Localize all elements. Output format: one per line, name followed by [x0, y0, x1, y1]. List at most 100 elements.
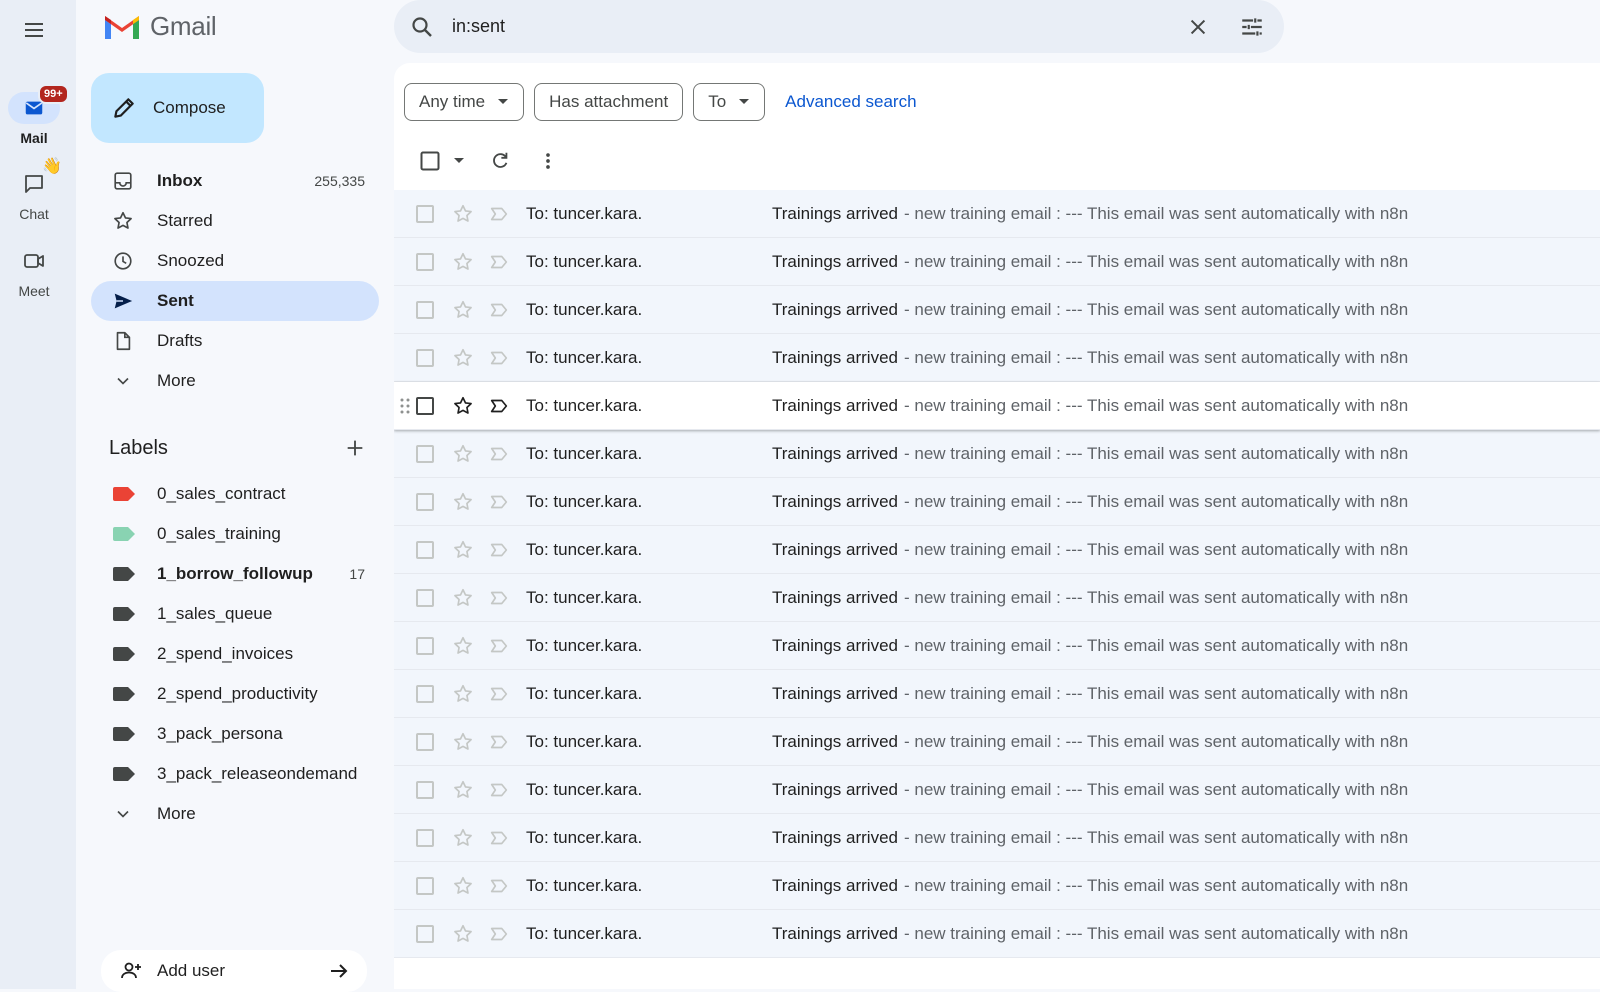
- importance-toggle[interactable]: [488, 251, 510, 273]
- email-row[interactable]: To: tuncer.kara. Trainings arrived - new…: [394, 814, 1600, 862]
- label-item[interactable]: 2_spend_invoices: [91, 634, 379, 674]
- label-item[interactable]: 1_sales_queue: [91, 594, 379, 634]
- email-row[interactable]: To: tuncer.kara. Trainings arrived - new…: [394, 286, 1600, 334]
- label-item[interactable]: 0_sales_training: [91, 514, 379, 554]
- filter-chip-to[interactable]: To: [693, 83, 766, 121]
- email-row[interactable]: To: tuncer.kara. Trainings arrived - new…: [394, 718, 1600, 766]
- importance-toggle[interactable]: [488, 347, 510, 369]
- star-toggle[interactable]: [452, 347, 474, 369]
- label-item[interactable]: 0_sales_contract: [91, 474, 379, 514]
- star-toggle[interactable]: [452, 203, 474, 225]
- filter-chip-any-time[interactable]: Any time: [404, 83, 525, 121]
- email-row[interactable]: To: tuncer.kara. Trainings arrived - new…: [394, 910, 1600, 958]
- nav-item-snoozed[interactable]: Snoozed: [91, 241, 379, 281]
- importance-toggle[interactable]: [488, 635, 510, 657]
- importance-toggle[interactable]: [488, 539, 510, 561]
- gmail-logo[interactable]: Gmail: [102, 6, 217, 46]
- star-toggle[interactable]: [452, 491, 474, 513]
- email-row[interactable]: To: tuncer.kara. Trainings arrived - new…: [394, 430, 1600, 478]
- search-button[interactable]: [394, 15, 450, 39]
- advanced-search-link[interactable]: Advanced search: [785, 92, 916, 112]
- star-toggle[interactable]: [452, 635, 474, 657]
- nav-item-starred[interactable]: Starred: [91, 201, 379, 241]
- email-row[interactable]: To: tuncer.kara. Trainings arrived - new…: [394, 238, 1600, 286]
- importance-toggle[interactable]: [488, 299, 510, 321]
- search-options-button[interactable]: [1230, 5, 1274, 49]
- more-options-button[interactable]: [526, 141, 570, 181]
- importance-toggle[interactable]: [488, 443, 510, 465]
- star-toggle[interactable]: [452, 251, 474, 273]
- email-row[interactable]: To: tuncer.kara. Trainings arrived - new…: [394, 862, 1600, 910]
- email-row[interactable]: To: tuncer.kara. Trainings arrived - new…: [394, 190, 1600, 238]
- email-row[interactable]: To: tuncer.kara. Trainings arrived - new…: [394, 574, 1600, 622]
- label-item[interactable]: 3_pack_persona: [91, 714, 379, 754]
- row-checkbox[interactable]: [416, 396, 434, 415]
- importance-toggle[interactable]: [488, 827, 510, 849]
- nav-item-more[interactable]: More: [91, 361, 379, 401]
- star-toggle[interactable]: [452, 779, 474, 801]
- compose-button[interactable]: Compose: [91, 73, 264, 143]
- row-checkbox[interactable]: [416, 348, 434, 367]
- rail-item-meet[interactable]: Meet: [0, 245, 68, 299]
- row-checkbox[interactable]: [416, 732, 434, 751]
- row-checkbox[interactable]: [416, 492, 434, 511]
- label-item[interactable]: 1_borrow_followup 17: [91, 554, 379, 594]
- row-checkbox[interactable]: [416, 252, 434, 271]
- row-checkbox[interactable]: [416, 828, 434, 847]
- main-menu-button[interactable]: [12, 8, 56, 52]
- star-toggle[interactable]: [452, 827, 474, 849]
- email-row[interactable]: To: tuncer.kara. Trainings arrived - new…: [394, 670, 1600, 718]
- importance-toggle[interactable]: [488, 587, 510, 609]
- importance-toggle[interactable]: [488, 779, 510, 801]
- star-toggle[interactable]: [452, 539, 474, 561]
- row-checkbox[interactable]: [416, 300, 434, 319]
- star-toggle[interactable]: [452, 875, 474, 897]
- rail-item-mail[interactable]: 99+ Mail: [0, 84, 69, 146]
- drag-handle-icon[interactable]: [400, 398, 410, 414]
- refresh-button[interactable]: [474, 141, 526, 181]
- select-menu-button[interactable]: [452, 141, 466, 181]
- importance-toggle[interactable]: [488, 731, 510, 753]
- label-item[interactable]: 3_pack_releaseondemand: [91, 754, 379, 794]
- star-toggle[interactable]: [452, 395, 474, 417]
- email-row[interactable]: To: tuncer.kara. Trainings arrived - new…: [394, 766, 1600, 814]
- nav-item-drafts[interactable]: Drafts: [91, 321, 379, 361]
- row-checkbox[interactable]: [416, 636, 434, 655]
- email-row[interactable]: To: tuncer.kara. Trainings arrived - new…: [394, 526, 1600, 574]
- star-toggle[interactable]: [452, 299, 474, 321]
- email-row[interactable]: To: tuncer.kara. Trainings arrived - new…: [394, 622, 1600, 670]
- importance-toggle[interactable]: [488, 683, 510, 705]
- nav-item-inbox[interactable]: Inbox 255,335: [91, 161, 379, 201]
- clear-search-button[interactable]: [1176, 5, 1220, 49]
- row-checkbox[interactable]: [416, 588, 434, 607]
- nav-item-sent[interactable]: Sent: [91, 281, 379, 321]
- star-toggle[interactable]: [452, 443, 474, 465]
- row-checkbox[interactable]: [416, 924, 434, 943]
- star-toggle[interactable]: [452, 683, 474, 705]
- row-checkbox[interactable]: [416, 444, 434, 463]
- star-toggle[interactable]: [452, 731, 474, 753]
- star-toggle[interactable]: [452, 587, 474, 609]
- importance-toggle[interactable]: [488, 203, 510, 225]
- importance-toggle[interactable]: [488, 923, 510, 945]
- row-checkbox[interactable]: [416, 876, 434, 895]
- importance-toggle[interactable]: [488, 875, 510, 897]
- row-checkbox[interactable]: [416, 540, 434, 559]
- labels-more[interactable]: More: [91, 794, 379, 834]
- filter-chip-has-attachment[interactable]: Has attachment: [534, 83, 684, 121]
- importance-toggle[interactable]: [488, 491, 510, 513]
- row-checkbox[interactable]: [416, 684, 434, 703]
- email-row[interactable]: To: tuncer.kara. Trainings arrived - new…: [394, 382, 1600, 430]
- select-all-checkbox[interactable]: [408, 141, 452, 181]
- add-user-button[interactable]: Add user: [101, 950, 367, 992]
- row-checkbox[interactable]: [416, 780, 434, 799]
- create-label-button[interactable]: [337, 430, 373, 466]
- star-toggle[interactable]: [452, 923, 474, 945]
- rail-item-chat[interactable]: 👋 Chat: [0, 158, 68, 222]
- label-item[interactable]: 2_spend_productivity: [91, 674, 379, 714]
- email-row[interactable]: To: tuncer.kara. Trainings arrived - new…: [394, 334, 1600, 382]
- search-input[interactable]: [450, 15, 1176, 38]
- row-checkbox[interactable]: [416, 204, 434, 223]
- importance-toggle[interactable]: [488, 395, 510, 417]
- email-row[interactable]: To: tuncer.kara. Trainings arrived - new…: [394, 478, 1600, 526]
